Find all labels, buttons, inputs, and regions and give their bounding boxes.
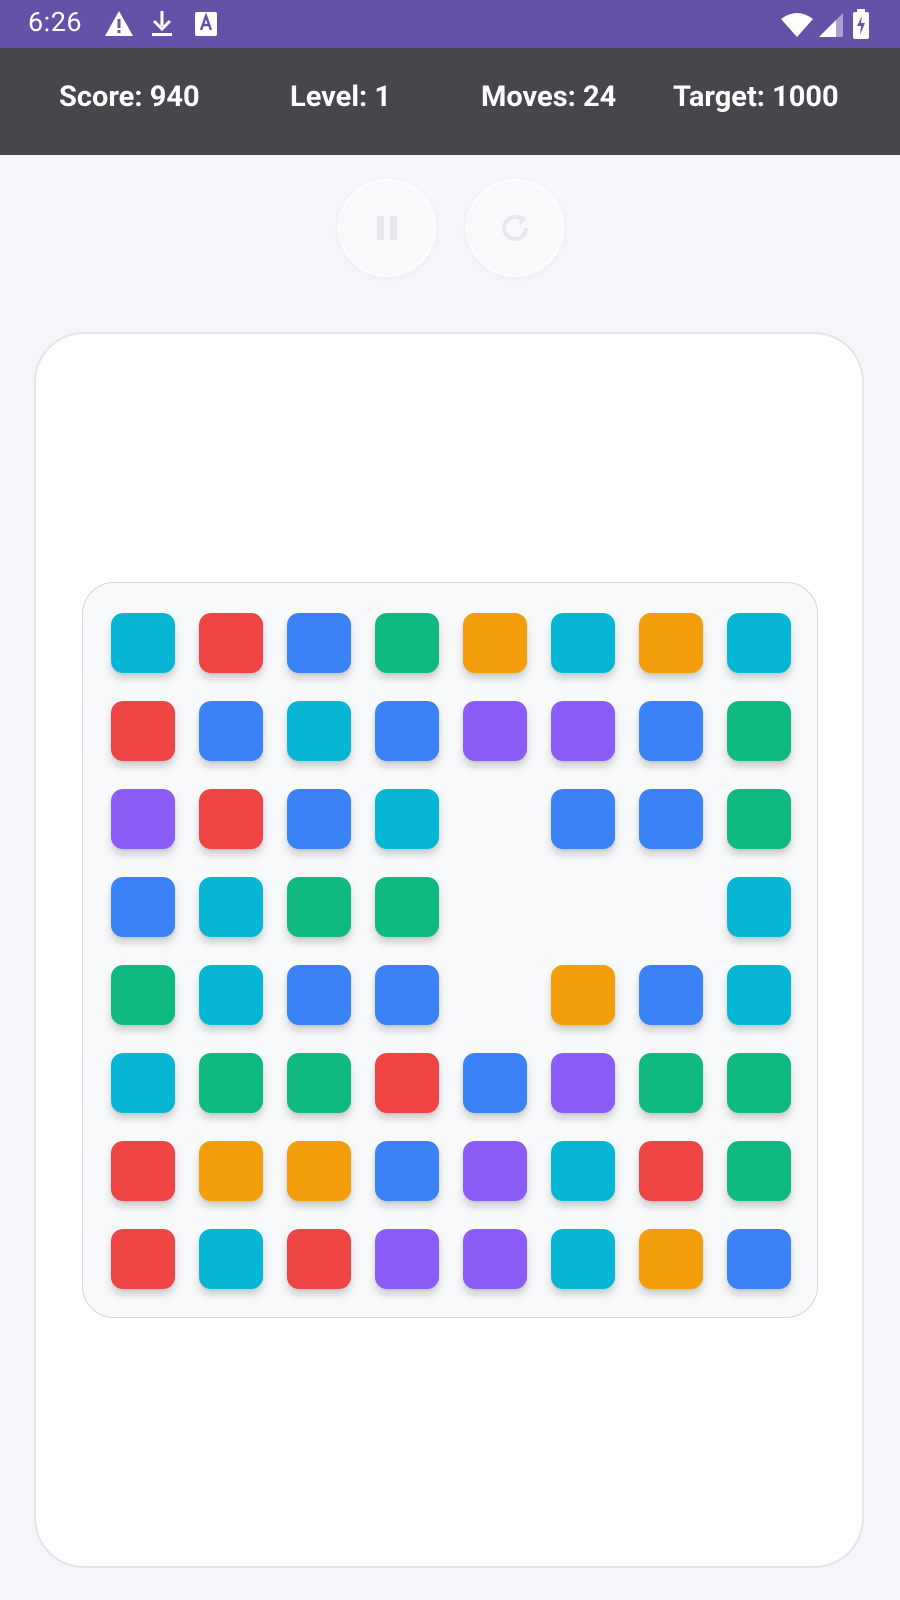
tile-red[interactable] <box>111 1141 175 1201</box>
tile-purple[interactable] <box>463 1229 527 1289</box>
tile-green[interactable] <box>287 1053 351 1113</box>
tile-orange[interactable] <box>199 1141 263 1201</box>
tile-cyan[interactable] <box>727 965 791 1025</box>
tile-purple[interactable] <box>463 701 527 761</box>
tile-green[interactable] <box>287 877 351 937</box>
tile-cyan[interactable] <box>111 1053 175 1113</box>
tile-blue[interactable] <box>199 701 263 761</box>
tile-blue[interactable] <box>639 789 703 849</box>
tile-cyan[interactable] <box>199 1229 263 1289</box>
tile-orange[interactable] <box>551 965 615 1025</box>
tile-blue[interactable] <box>111 877 175 937</box>
tile-blue[interactable] <box>287 965 351 1025</box>
restart-button[interactable] <box>466 179 564 277</box>
wifi-icon <box>781 13 813 37</box>
tile-blue[interactable] <box>639 701 703 761</box>
tile-red[interactable] <box>111 1229 175 1289</box>
tile-red[interactable] <box>375 1053 439 1113</box>
tile-cyan[interactable] <box>727 877 791 937</box>
status-bar: 6:26 <box>0 0 900 48</box>
game-board <box>82 582 818 1318</box>
font-app-icon <box>195 12 217 36</box>
tile-green[interactable] <box>199 1053 263 1113</box>
tile-green[interactable] <box>111 965 175 1025</box>
moves-label: Moves: 24 <box>481 80 617 114</box>
tile-orange[interactable] <box>639 1229 703 1289</box>
game-stats-header: Score: 940 Level: 1 Moves: 24 Target: 10… <box>0 48 900 155</box>
tile-blue[interactable] <box>287 789 351 849</box>
tile-red[interactable] <box>639 1141 703 1201</box>
tile-cyan[interactable] <box>727 613 791 673</box>
tile-green[interactable] <box>639 1053 703 1113</box>
tile-purple[interactable] <box>463 1141 527 1201</box>
restart-icon <box>502 214 528 241</box>
status-time: 6:26 <box>28 6 83 38</box>
tile-orange[interactable] <box>287 1141 351 1201</box>
tile-purple[interactable] <box>551 1053 615 1113</box>
tile-blue[interactable] <box>375 1141 439 1201</box>
tile-red[interactable] <box>287 1229 351 1289</box>
signal-icon <box>819 13 843 37</box>
tile-red[interactable] <box>111 701 175 761</box>
tile-cyan[interactable] <box>551 1141 615 1201</box>
tile-purple[interactable] <box>111 789 175 849</box>
tile-red[interactable] <box>199 789 263 849</box>
pause-icon <box>377 216 397 240</box>
tile-green[interactable] <box>727 1053 791 1113</box>
tile-purple[interactable] <box>551 701 615 761</box>
tile-green[interactable] <box>727 789 791 849</box>
tile-blue[interactable] <box>287 613 351 673</box>
download-icon <box>152 11 172 36</box>
battery-charging-icon <box>853 9 869 39</box>
tile-blue[interactable] <box>551 789 615 849</box>
tile-red[interactable] <box>199 613 263 673</box>
pause-button[interactable] <box>338 179 436 277</box>
tile-cyan[interactable] <box>375 789 439 849</box>
tile-blue[interactable] <box>375 701 439 761</box>
tile-blue[interactable] <box>727 1229 791 1289</box>
tile-cyan[interactable] <box>199 877 263 937</box>
score-label: Score: 940 <box>59 80 200 114</box>
tile-cyan[interactable] <box>199 965 263 1025</box>
target-label: Target: 1000 <box>673 80 839 114</box>
tile-orange[interactable] <box>463 613 527 673</box>
tile-blue[interactable] <box>375 965 439 1025</box>
tile-green[interactable] <box>375 613 439 673</box>
tile-green[interactable] <box>727 701 791 761</box>
tile-blue[interactable] <box>639 965 703 1025</box>
tile-cyan[interactable] <box>551 1229 615 1289</box>
alert-triangle-icon <box>105 11 133 36</box>
level-label: Level: 1 <box>290 80 392 114</box>
tile-blue[interactable] <box>463 1053 527 1113</box>
tile-cyan[interactable] <box>287 701 351 761</box>
tile-purple[interactable] <box>375 1229 439 1289</box>
tile-cyan[interactable] <box>111 613 175 673</box>
tile-cyan[interactable] <box>551 613 615 673</box>
tile-orange[interactable] <box>639 613 703 673</box>
tile-green[interactable] <box>727 1141 791 1201</box>
tile-green[interactable] <box>375 877 439 937</box>
